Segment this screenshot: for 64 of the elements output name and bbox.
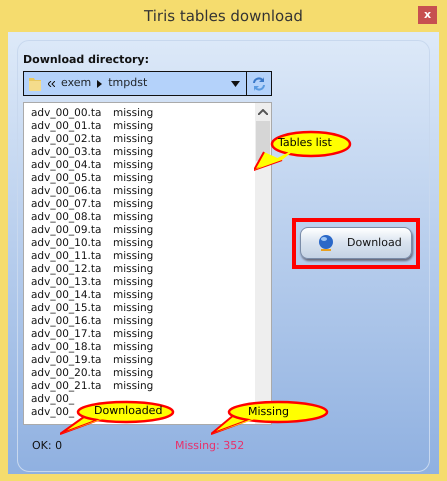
callout-label: Tables list: [278, 135, 332, 151]
field-label: Download directory:: [23, 52, 149, 68]
table-status: missing: [113, 120, 154, 133]
table-status: missing: [113, 380, 154, 393]
directory-dropdown[interactable]: exem tmpdst: [23, 71, 272, 96]
globe-icon: [317, 234, 335, 252]
table-status: missing: [113, 159, 154, 172]
chevrons-icon: [48, 80, 55, 86]
table-name: adv_00_12.ta: [31, 263, 102, 276]
table-status: missing: [113, 302, 154, 315]
ok-count: OK: 0: [32, 438, 62, 454]
download-button[interactable]: Download: [300, 227, 412, 259]
callout-label: Downloaded: [94, 403, 162, 419]
table-name: adv_00_18.ta: [31, 341, 102, 354]
table-name: adv_00_14.ta: [31, 289, 102, 302]
table-status: missing: [113, 185, 154, 198]
table-status: missing: [113, 367, 154, 380]
folder-icon: [28, 76, 42, 92]
table-name: adv_00_17.ta: [31, 328, 102, 341]
close-button[interactable]: x: [418, 6, 437, 24]
refresh-icon[interactable]: [251, 76, 267, 92]
table-status: missing: [113, 211, 154, 224]
table-name: adv_00_15.ta: [31, 302, 102, 315]
table-status: missing: [113, 172, 154, 185]
scroll-up-icon[interactable]: [258, 109, 268, 115]
table-status: missing: [113, 289, 154, 302]
table-name: adv_00_19.ta: [31, 354, 102, 367]
table-status: missing: [113, 146, 154, 159]
missing-count: Missing: 352: [175, 438, 244, 454]
table-name: adv_00_04.ta: [31, 159, 102, 172]
callout-label: Missing: [248, 404, 290, 420]
table-name: adv_00_: [31, 393, 76, 406]
table-status: missing: [113, 341, 154, 354]
table-status: missing: [113, 237, 154, 250]
table-name: adv_00_09.ta: [31, 224, 102, 237]
path-segment[interactable]: tmpdst: [108, 75, 148, 92]
table-status: missing: [113, 263, 154, 276]
table-name: adv_00_07.ta: [31, 198, 102, 211]
table-name: adv_00_05.ta: [31, 172, 102, 185]
table-status: missing: [113, 328, 154, 341]
table-name: adv_00_01.ta: [31, 120, 102, 133]
window-title: Tiris tables download: [144, 7, 303, 25]
table-name: adv_00_13.ta: [31, 276, 102, 289]
table-status: missing: [113, 224, 154, 237]
table-status: missing: [113, 315, 154, 328]
table-name: adv_00_08.ta: [31, 211, 102, 224]
table-name: adv_00_02.ta: [31, 133, 102, 146]
table-status: missing: [113, 107, 154, 120]
table-name: adv_00_00.ta: [31, 107, 102, 120]
table-name: adv_00_10.ta: [31, 237, 102, 250]
table-status: missing: [113, 276, 154, 289]
path-segment[interactable]: exem: [61, 75, 92, 92]
table-name: adv_00_16.ta: [31, 315, 102, 328]
table-name: adv_00_03.ta: [31, 146, 102, 159]
table-status: missing: [113, 198, 154, 211]
caret-icon: [231, 80, 240, 86]
table-name: adv_00_21.ta: [31, 380, 102, 393]
table-name: adv_00_11.ta: [31, 250, 102, 263]
table-name: adv_00_20.ta: [31, 367, 102, 380]
table-status: missing: [113, 133, 154, 146]
table-name: adv_00_06.ta: [31, 185, 102, 198]
breadcrumb-arrow-icon: [97, 80, 102, 88]
table-status: missing: [113, 354, 154, 367]
table-status: missing: [113, 250, 154, 263]
